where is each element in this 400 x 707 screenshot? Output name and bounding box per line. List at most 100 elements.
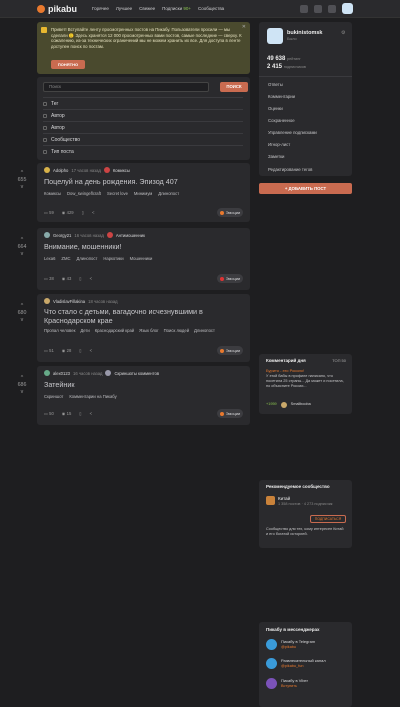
add-post-button[interactable]: + ДОБАВИТЬ ПОСТ [259, 183, 352, 194]
link-notes[interactable]: Заметки [268, 154, 284, 159]
filter-author-2[interactable]: Автор [43, 121, 243, 133]
link-saved[interactable]: Сохраненное [268, 118, 295, 123]
link-subscriptions[interactable]: Управление подписками [268, 130, 317, 135]
post-title[interactable]: Внимание, мошенники! [44, 242, 122, 251]
checkbox-icon [43, 125, 47, 130]
comments-count[interactable]: ▭ 50 [44, 411, 54, 416]
avatar[interactable] [44, 232, 50, 238]
filter-community[interactable]: Сообщество [43, 133, 243, 145]
profile-rating: 49 638 рейтинг [267, 56, 301, 62]
save-icon[interactable]: ▯ [79, 348, 81, 353]
post-card: VladislavFillakina 18 часов назад Что ста… [37, 294, 250, 362]
link-comments[interactable]: Комментарии [268, 94, 295, 99]
post-title[interactable]: Затейник [44, 380, 75, 389]
nav-communities[interactable]: Сообщества [198, 6, 224, 11]
post-tags: Скриншот Комментарии на Пикабу [44, 394, 117, 399]
profile-name[interactable]: bukinistomsk [287, 30, 322, 36]
avatar[interactable] [44, 167, 50, 173]
share-icon[interactable]: < [90, 411, 92, 416]
post-title[interactable]: Что стало с детьми, вагадочно исчезнувши… [44, 307, 244, 325]
community-name[interactable]: Китай [278, 496, 290, 501]
header-avatar[interactable] [342, 3, 353, 14]
upvote-icon[interactable]: ^ [14, 237, 30, 244]
share-icon[interactable]: < [90, 276, 92, 281]
emotion-icon [219, 411, 224, 416]
share-icon[interactable]: < [90, 348, 92, 353]
post-rating: ^ 686 v [14, 375, 30, 396]
top50-link[interactable]: ТОП 50 [332, 358, 346, 363]
share-icon[interactable]: < [92, 210, 94, 215]
comment-user[interactable]: Бурито - это Россия! [266, 368, 304, 373]
avatar [280, 402, 287, 408]
search-panel: Поиск ПОИСК Тег Автор Автор Сообщество Т… [37, 77, 250, 160]
downvote-icon[interactable]: v [14, 251, 30, 258]
search-input[interactable]: Поиск [43, 82, 209, 92]
link-ratings[interactable]: Оценки [268, 106, 283, 111]
upvote-icon[interactable]: ^ [14, 170, 30, 177]
save-icon[interactable]: ▯ [79, 411, 81, 416]
upvote-icon[interactable]: ^ [14, 375, 30, 382]
views-count: ◉ 15 [61, 411, 72, 416]
telegram-icon [266, 639, 277, 650]
emotion-button[interactable]: Эмоции [217, 208, 243, 217]
downvote-icon[interactable]: v [14, 184, 30, 191]
comments-count[interactable]: ▭ 51 [44, 348, 54, 353]
nav-fresh[interactable]: Свежее [139, 6, 155, 11]
telegram-icon [266, 658, 277, 669]
post-title[interactable]: Поцелуй на день рождения. Эпизод 407 [44, 177, 178, 186]
subs-count: 90+ [183, 6, 192, 11]
notice-ok-button[interactable]: ПОНЯТНО [51, 60, 85, 69]
viber-icon [266, 678, 277, 689]
search-button[interactable]: ПОИСК [220, 82, 248, 92]
post-card: alex0123 16 часов назад Скриншоты комменто… [37, 366, 250, 425]
upvote-icon[interactable]: ^ [14, 303, 30, 310]
gear-icon[interactable]: ⚙ [341, 30, 345, 36]
search-icon[interactable] [328, 5, 336, 13]
post-actions: ▭ 51 ◉ 28 ▯ < [44, 348, 92, 353]
post-rating: ^ 664 v [14, 237, 30, 258]
messenger-fun[interactable]: Развлекательный канал @pikabu_fun [266, 658, 326, 669]
views-count: ◉ 43 [61, 276, 72, 281]
nav-best[interactable]: Лучшее [116, 6, 132, 11]
post-actions: ▭ 59 ◉ 429 ▯ < [44, 210, 94, 215]
save-icon[interactable]: ▯ [82, 210, 84, 215]
notice-icon [41, 27, 47, 33]
emotion-button[interactable]: Эмоции [217, 346, 243, 355]
link-ignore[interactable]: Игнор-лист [268, 142, 290, 147]
comments-count[interactable]: ▭ 59 [44, 210, 54, 215]
downvote-icon[interactable]: v [14, 317, 30, 324]
link-replies[interactable]: Ответы [268, 82, 283, 87]
filter-post-type[interactable]: Тип поста [43, 145, 243, 157]
downvote-icon[interactable]: v [14, 389, 30, 396]
avatar[interactable] [267, 28, 283, 44]
post-rating: ^ 655 v [14, 170, 30, 191]
bell-icon[interactable] [314, 5, 322, 13]
divider [259, 76, 352, 77]
post-meta: VladislavFillakina 18 часов назад [44, 298, 118, 304]
link-edit-tags[interactable]: Редактирование тегов [268, 167, 312, 172]
filter-tag[interactable]: Тег [43, 97, 243, 109]
avatar[interactable] [44, 370, 50, 376]
messenger-telegram[interactable]: Пикабу в Telegram @pikabu [266, 639, 315, 650]
emotion-button[interactable]: Эмоции [217, 409, 243, 418]
messenger-viber[interactable]: Пикабу в Viber Вступить [266, 678, 308, 689]
community-icon [106, 232, 113, 238]
checkbox-icon [43, 113, 47, 118]
nav-hot[interactable]: Горячее [92, 6, 109, 11]
logo[interactable]: pikabu [37, 4, 77, 14]
emotion-button[interactable]: Эмоции [217, 274, 243, 283]
chat-icon[interactable] [300, 5, 308, 13]
community-icon [105, 370, 112, 376]
comments-count[interactable]: ▭ 38 [44, 276, 54, 281]
filter-author[interactable]: Автор [43, 109, 243, 121]
nav-subscriptions[interactable]: Подписки 90+ [162, 6, 191, 11]
messengers-card: Пикабу в мессенджерах Пикабу в Telegram @… [259, 622, 352, 707]
subscribe-button[interactable]: ПОДПИСАТЬСЯ [310, 515, 346, 523]
save-icon[interactable]: ▯ [79, 276, 81, 281]
post-rating: ^ 680 v [14, 303, 30, 324]
recommended-community-card: Рекомендуемое сообщество Китай 1 358 пос… [259, 480, 352, 548]
close-icon[interactable]: ✕ [242, 24, 246, 31]
notice-banner: ✕ Привет! Вступайте ленту просмотренных … [37, 22, 250, 74]
emotion-icon [219, 276, 224, 281]
avatar[interactable] [44, 298, 50, 304]
